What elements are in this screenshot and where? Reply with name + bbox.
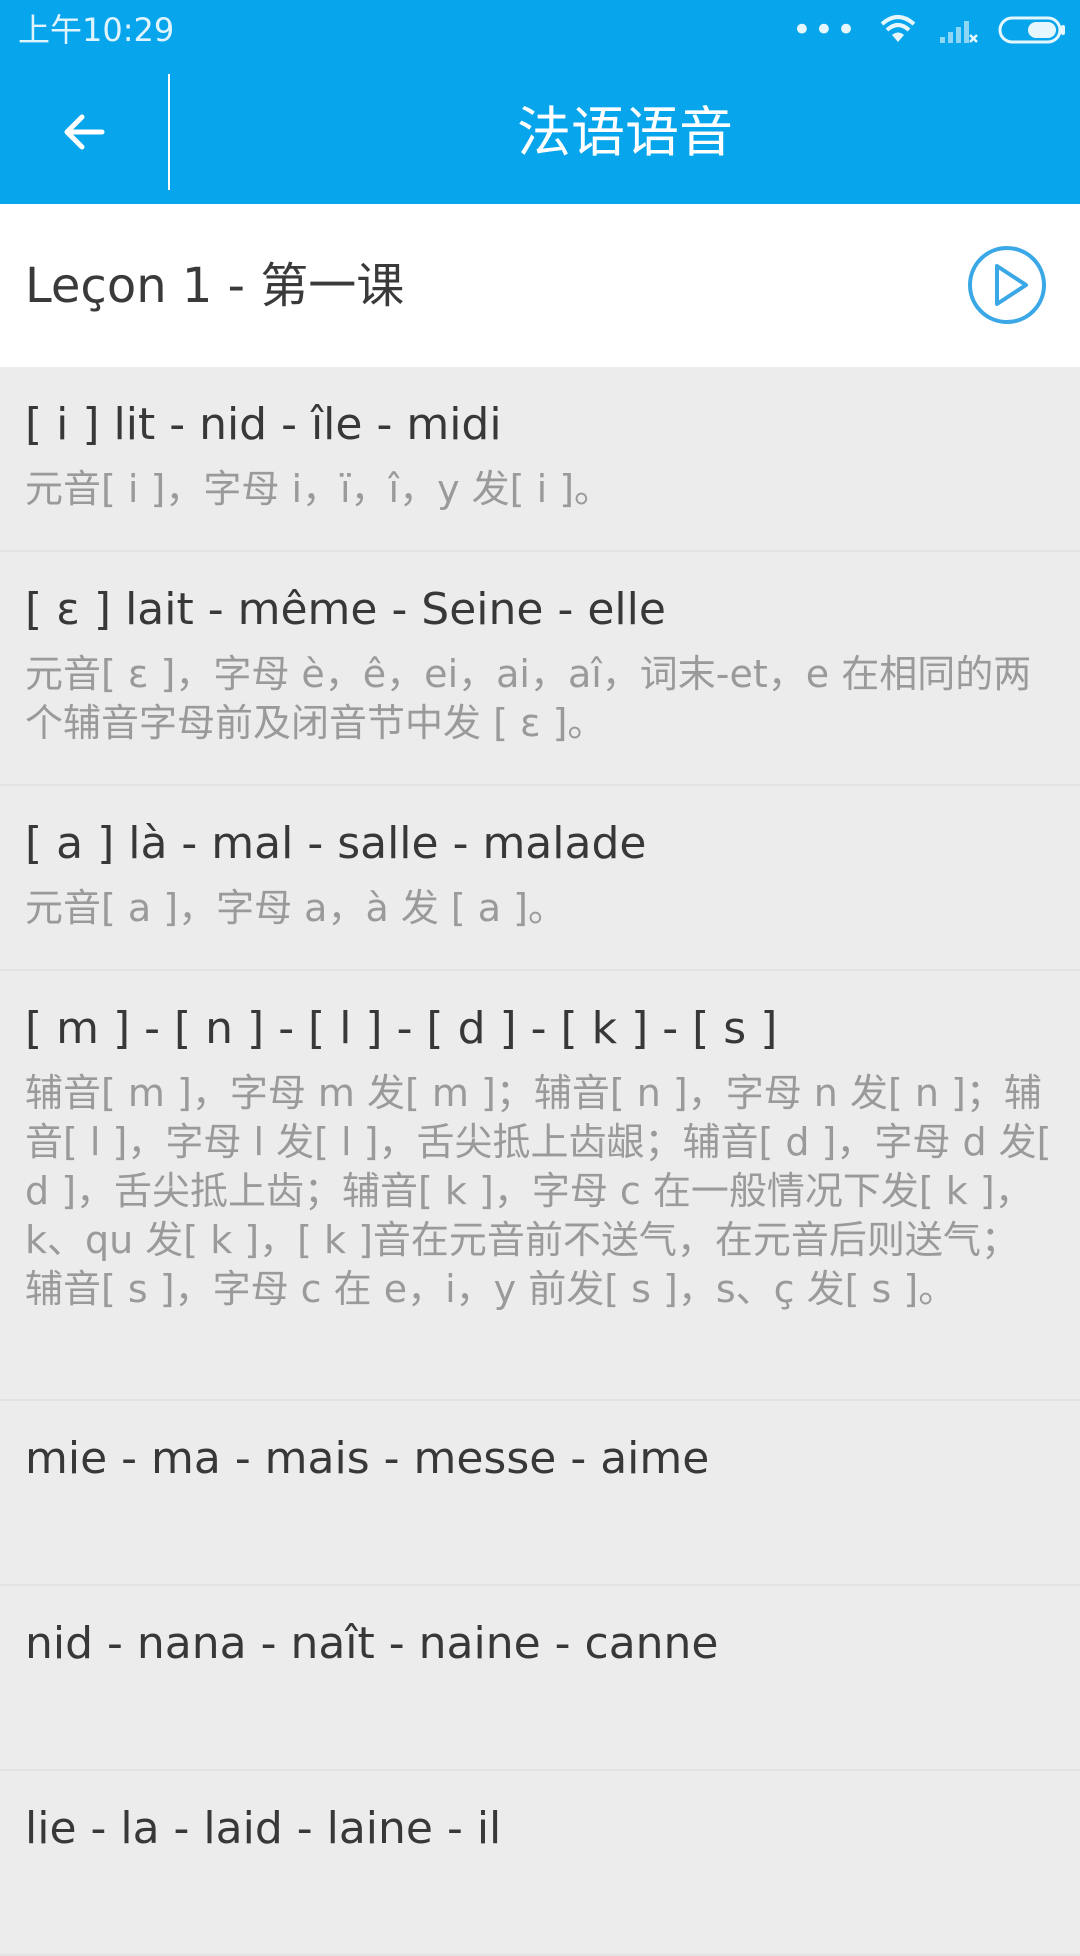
play-button[interactable] xyxy=(966,244,1048,326)
play-circle-icon xyxy=(968,246,1046,324)
item-title: [ a ] là - mal - salle - malade xyxy=(25,818,647,869)
item-description: 元音[ i ]，字母 i，ï，î，y 发[ i ]。 xyxy=(25,467,613,511)
list-item[interactable]: nid - nana - naît - naine - canne xyxy=(0,1586,1080,1771)
page-title: 法语语音 xyxy=(517,101,733,164)
list-item[interactable]: mie - ma - mais - messe - aime xyxy=(0,1401,1080,1586)
list-item[interactable]: [ i ] lit - nid - île - midi 元音[ i ]，字母 … xyxy=(0,367,1080,552)
item-title: [ i ] lit - nid - île - midi xyxy=(25,399,502,450)
status-icons: ••• xyxy=(792,12,1066,48)
battery-icon xyxy=(998,16,1065,44)
more-dots-icon: ••• xyxy=(791,10,858,50)
item-description: 元音[ a ]，字母 a，à 发 [ a ]。 xyxy=(25,886,566,930)
back-button[interactable] xyxy=(36,96,132,168)
item-title: lie - la - laid - laine - il xyxy=(25,1803,502,1854)
item-title: nid - nana - naît - naine - canne xyxy=(25,1618,719,1669)
status-time: 上午10:29 xyxy=(18,11,175,49)
item-description: 元音[ ε ]，字母 è，ê，ei，ai，aî，词末-et，e 在相同的两个辅音… xyxy=(25,652,1032,745)
list-item[interactable]: [ ε ] lait - même - Seine - elle 元音[ ε ]… xyxy=(0,552,1080,786)
lesson-header: Leçon 1 - 第一课 xyxy=(0,204,1080,367)
back-arrow-icon xyxy=(64,114,105,150)
item-description: 辅音[ m ]，字母 m 发[ m ]；辅音[ n ]，字母 n 发[ n ]；… xyxy=(25,1071,1052,1311)
list-item[interactable]: [ m ] - [ n ] - [ l ] - [ d ] - [ k ] - … xyxy=(0,971,1080,1401)
signal-icon xyxy=(940,21,978,43)
phonetics-list: [ i ] lit - nid - île - midi 元音[ i ]，字母 … xyxy=(0,367,1080,1956)
lesson-title: Leçon 1 - 第一课 xyxy=(25,258,405,314)
item-title: [ m ] - [ n ] - [ l ] - [ d ] - [ k ] - … xyxy=(25,1003,778,1054)
wifi-icon xyxy=(880,15,916,42)
app-bar: 法语语音 xyxy=(0,60,1080,204)
list-item[interactable]: lie - la - laid - laine - il xyxy=(0,1771,1080,1956)
item-title: [ ε ] lait - même - Seine - elle xyxy=(25,584,666,635)
item-title: mie - ma - mais - messe - aime xyxy=(25,1433,710,1484)
list-item[interactable]: [ a ] là - mal - salle - malade 元音[ a ]，… xyxy=(0,786,1080,971)
status-bar: 上午10:29 ••• xyxy=(0,0,1080,60)
